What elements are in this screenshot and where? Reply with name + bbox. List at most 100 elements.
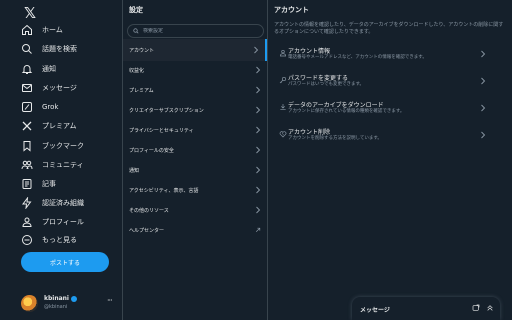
chevron-right-icon bbox=[256, 166, 261, 174]
settings-item-label: クリエイターサブスクリプション bbox=[129, 107, 204, 114]
settings-search[interactable] bbox=[127, 24, 264, 38]
chevron-right-icon bbox=[254, 46, 259, 54]
nav-label-home: ホーム bbox=[42, 26, 63, 34]
nav-label-premium: プレミアム bbox=[42, 122, 77, 130]
account-switcher[interactable]: kbinani @kbinani ··· bbox=[21, 294, 117, 314]
chevron-up-icon[interactable] bbox=[486, 304, 494, 312]
grok-icon bbox=[20, 100, 34, 114]
settings-item-monetization[interactable]: 収益化 bbox=[123, 59, 267, 81]
settings-item-accessibility[interactable]: アクセシビリティ、表示、言語 bbox=[123, 179, 267, 201]
x-icon bbox=[20, 119, 34, 133]
post-button[interactable]: ポストする bbox=[21, 252, 109, 272]
settings-item-creator-subscriptions[interactable]: クリエイターサブスクリプション bbox=[123, 99, 267, 121]
account-detail-panel: アカウント アカウントの情報を確認したり、データのアーカイブをダウンロードしたり… bbox=[268, 0, 512, 320]
settings-item-account[interactable]: アカウント bbox=[123, 39, 267, 61]
option-subtitle: パスワードはいつでも変更できます。 bbox=[288, 82, 365, 87]
communities-icon bbox=[20, 158, 34, 172]
chevron-right-icon bbox=[256, 66, 261, 74]
sidebar-nav: 𝕏 ホーム 話題を検索 通知 メッセージ Grok プレミアム ブックマーク コ… bbox=[0, 0, 122, 320]
settings-item-label: プライバシーとセキュリティ bbox=[129, 127, 194, 134]
search-icon bbox=[133, 28, 139, 34]
settings-item-premium[interactable]: プレミアム bbox=[123, 79, 267, 101]
nav-item-notifications[interactable]: 通知 bbox=[20, 59, 120, 79]
settings-title: 設定 bbox=[129, 6, 143, 14]
messages-drawer[interactable]: メッセージ bbox=[352, 297, 500, 320]
detail-title: アカウント bbox=[274, 6, 309, 14]
more-dots-icon[interactable]: ··· bbox=[107, 296, 113, 305]
nav-item-home[interactable]: ホーム bbox=[20, 20, 120, 40]
nav-item-premium[interactable]: プレミアム bbox=[20, 116, 120, 136]
search-icon bbox=[20, 42, 34, 56]
settings-item-label: プレミアム bbox=[129, 87, 154, 94]
settings-search-input[interactable] bbox=[143, 28, 253, 34]
settings-item-help-center[interactable]: ヘルプセンター bbox=[123, 219, 267, 241]
settings-item-privacy-security[interactable]: プライバシーとセキュリティ bbox=[123, 119, 267, 141]
nav-item-bookmarks[interactable]: ブックマーク bbox=[20, 136, 120, 156]
mail-icon bbox=[20, 81, 34, 95]
option-account-info[interactable]: アカウント情報 電話番号やメールアドレスなど、アカウントの情報を確認できます。 bbox=[268, 41, 512, 67]
nav-item-messages[interactable]: メッセージ bbox=[20, 78, 120, 98]
bookmark-icon bbox=[20, 139, 34, 153]
option-download-archive[interactable]: データのアーカイブをダウンロード アカウントに保存されている情報の種類を確認でき… bbox=[268, 95, 512, 121]
nav-label-articles: 記事 bbox=[42, 180, 56, 188]
external-link-icon bbox=[255, 227, 261, 233]
new-message-icon[interactable] bbox=[472, 304, 480, 312]
settings-item-label: 収益化 bbox=[129, 67, 145, 74]
heart-broken-icon bbox=[279, 131, 287, 138]
home-icon bbox=[20, 23, 34, 37]
nav-label-verified-orgs: 認証済み組織 bbox=[42, 199, 84, 207]
settings-item-notifications[interactable]: 通知 bbox=[123, 159, 267, 181]
chevron-right-icon bbox=[481, 104, 486, 112]
account-name-row: kbinani bbox=[44, 295, 77, 302]
nav-label-explore: 話題を検索 bbox=[42, 45, 77, 53]
nav-label-grok: Grok bbox=[42, 103, 59, 111]
settings-column: 設定 アカウント 収益化 プレミアム クリエイターサブスクリプション プライバシ… bbox=[122, 0, 268, 320]
chevron-right-icon bbox=[256, 186, 261, 194]
nav-label-more: もっと見る bbox=[42, 236, 77, 244]
settings-item-label: アカウント bbox=[129, 47, 155, 54]
chevron-right-icon bbox=[256, 206, 261, 214]
nav-label-bookmarks: ブックマーク bbox=[42, 142, 84, 150]
nav-label-communities: コミュニティ bbox=[42, 161, 84, 169]
app-window: 𝕏 ホーム 話題を検索 通知 メッセージ Grok プレミアム ブックマーク コ… bbox=[0, 0, 512, 320]
chevron-right-icon bbox=[256, 126, 261, 134]
option-subtitle: アカウントに保存されている情報の種類を確認できます。 bbox=[288, 109, 405, 114]
settings-item-additional-resources[interactable]: その他のリソース bbox=[123, 199, 267, 221]
settings-item-label: その他のリソース bbox=[129, 207, 169, 214]
detail-description: アカウントの情報を確認したり、データのアーカイブをダウンロードしたり、アカウント… bbox=[274, 22, 504, 35]
option-subtitle: 電話番号やメールアドレスなど、アカウントの情報を確認できます。 bbox=[288, 55, 427, 60]
nav-item-verified-orgs[interactable]: 認証済み組織 bbox=[20, 193, 120, 213]
x-logo-icon[interactable]: 𝕏 bbox=[24, 5, 40, 21]
article-icon bbox=[20, 177, 34, 191]
avatar bbox=[21, 295, 38, 312]
more-circle-icon bbox=[20, 233, 34, 247]
settings-item-label: アクセシビリティ、表示、言語 bbox=[129, 187, 199, 194]
account-handle: @kbinani bbox=[44, 304, 68, 310]
download-icon bbox=[280, 104, 286, 110]
nav-item-profile[interactable]: プロフィール bbox=[20, 212, 120, 232]
nav-item-articles[interactable]: 記事 bbox=[20, 174, 120, 194]
nav-item-more[interactable]: もっと見る bbox=[20, 230, 120, 250]
settings-item-profile-safety[interactable]: プロフィールの安全 bbox=[123, 139, 267, 161]
account-name: kbinani bbox=[44, 295, 69, 302]
key-icon bbox=[279, 77, 286, 84]
chevron-right-icon bbox=[481, 50, 486, 58]
chevron-right-icon bbox=[256, 146, 261, 154]
option-subtitle: アカウントを削除する方法を説明しています。 bbox=[288, 136, 382, 141]
settings-item-label: プロフィールの安全 bbox=[129, 147, 174, 154]
verified-badge-icon bbox=[71, 295, 77, 302]
option-change-password[interactable]: パスワードを変更する パスワードはいつでも変更できます。 bbox=[268, 68, 512, 94]
nav-item-explore[interactable]: 話題を検索 bbox=[20, 39, 120, 59]
chevron-right-icon bbox=[256, 86, 261, 94]
nav-label-profile: プロフィール bbox=[42, 218, 84, 226]
person-icon bbox=[279, 50, 287, 57]
nav-item-grok[interactable]: Grok bbox=[20, 97, 120, 117]
profile-icon bbox=[20, 215, 34, 229]
nav-item-communities[interactable]: コミュニティ bbox=[20, 155, 120, 175]
chevron-right-icon bbox=[256, 106, 261, 114]
settings-item-label: 通知 bbox=[129, 167, 140, 174]
option-delete-account[interactable]: アカウント削除 アカウントを削除する方法を説明しています。 bbox=[268, 122, 512, 148]
chevron-right-icon bbox=[481, 131, 486, 139]
nav-label-notifications: 通知 bbox=[42, 65, 56, 73]
lightning-icon bbox=[20, 196, 34, 210]
